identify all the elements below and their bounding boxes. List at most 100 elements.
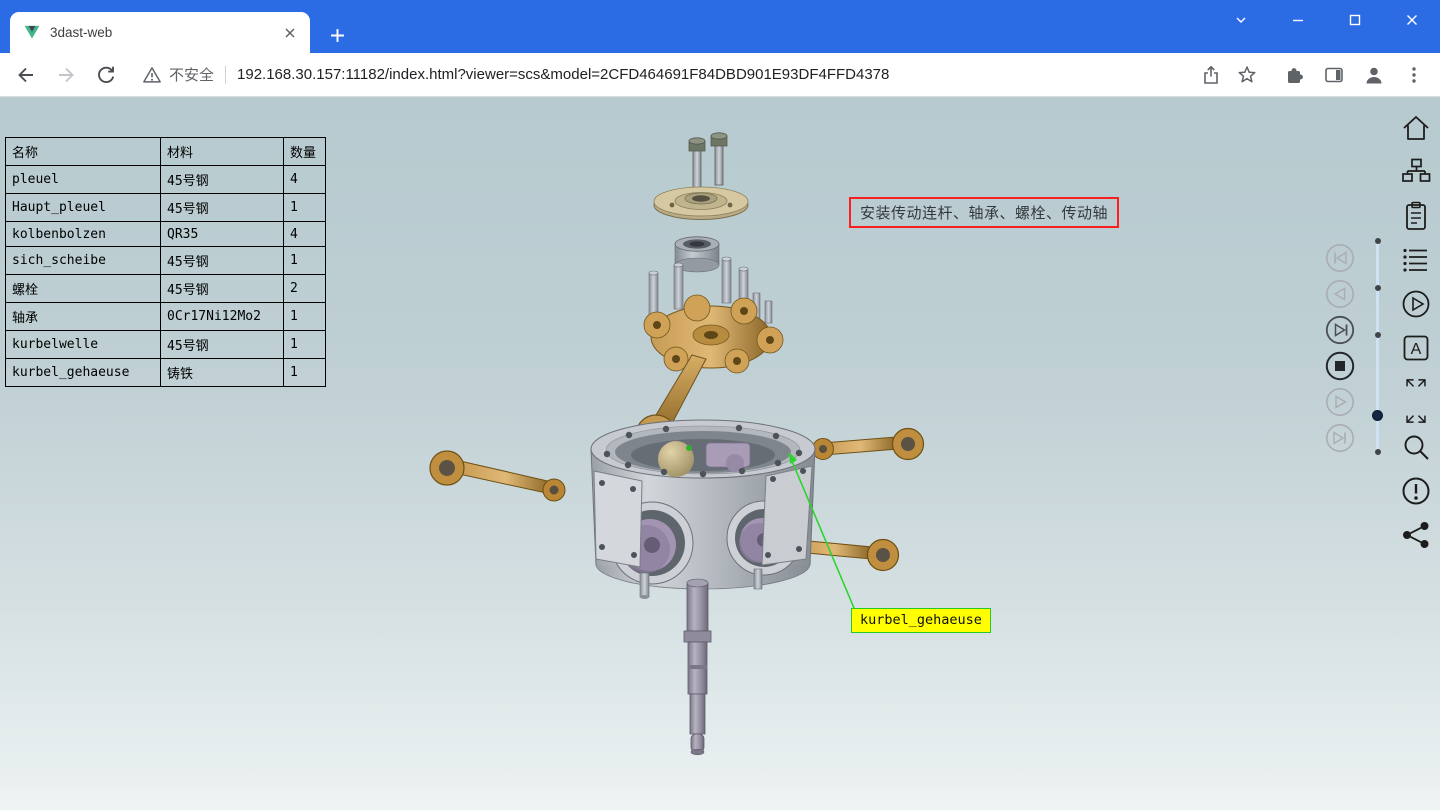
address-bar: 不安全 192.168.30.157:11182/index.html?view…	[0, 53, 1440, 97]
model-tree-button[interactable]	[1400, 156, 1432, 188]
table-row: kurbelwelle45号钢1	[6, 331, 326, 359]
bom-table-body: pleuel45号钢4Haupt_pleuel45号钢1kolbenbolzen…	[6, 166, 326, 387]
table-cell: 2	[284, 275, 326, 303]
text-annotation-button[interactable]: A	[1400, 332, 1432, 364]
window-controls	[1212, 0, 1440, 40]
steps-list-button[interactable]	[1400, 244, 1432, 276]
table-row: kolbenbolzenQR354	[6, 222, 326, 247]
home-button[interactable]	[1400, 112, 1432, 144]
warning-triangle-icon	[142, 65, 162, 85]
expand-corners-up-button[interactable]	[1403, 376, 1429, 400]
chevron-down-button[interactable]	[1212, 0, 1269, 40]
bom-table: 名称 材料 数量 pleuel45号钢4Haupt_pleuel45号钢1kol…	[5, 137, 326, 387]
plus-icon	[330, 28, 345, 43]
browser-tab[interactable]: 3dast-web	[10, 12, 310, 53]
skip-to-end-button[interactable]	[1325, 423, 1355, 453]
table-cell: 0Cr17Ni12Mo2	[161, 303, 284, 331]
slider-dot	[1375, 332, 1381, 338]
omnibox-divider	[225, 66, 226, 84]
url-field[interactable]: 不安全 192.168.30.157:11182/index.html?view…	[132, 58, 1268, 92]
table-cell: 1	[284, 303, 326, 331]
table-cell: 4	[284, 222, 326, 247]
table-cell: 螺栓	[6, 275, 161, 303]
warning-info-button[interactable]	[1400, 475, 1432, 507]
table-row: sich_scheibe45号钢1	[6, 247, 326, 275]
table-cell: kolbenbolzen	[6, 222, 161, 247]
part-hub[interactable]	[644, 295, 783, 373]
expand-corners-down-button[interactable]	[1403, 402, 1429, 426]
table-cell: 45号钢	[161, 331, 284, 359]
forward-button[interactable]	[49, 58, 83, 92]
table-cell: 1	[284, 331, 326, 359]
part-arm-right-upper[interactable]	[813, 429, 924, 460]
profile-button[interactable]	[1357, 58, 1391, 92]
new-tab-button[interactable]	[324, 22, 350, 48]
part-callout-label: kurbel_gehaeuse	[851, 608, 991, 633]
skip-to-start-button[interactable]	[1325, 243, 1355, 273]
stop-button[interactable]	[1325, 351, 1355, 381]
share-network-button[interactable]	[1400, 519, 1432, 551]
share-button[interactable]	[1200, 64, 1222, 86]
url-text: 192.168.30.157:11182/index.html?viewer=s…	[237, 66, 1190, 83]
step-annotation: 安装传动连杆、轴承、螺栓、传动轴	[849, 197, 1119, 228]
play-animation-button[interactable]	[1400, 288, 1432, 320]
play-pause-button[interactable]	[1325, 315, 1355, 345]
table-cell: 1	[284, 359, 326, 387]
table-row: Haupt_pleuel45号钢1	[6, 194, 326, 222]
slider-dot	[1375, 238, 1381, 244]
slider-dot	[1375, 285, 1381, 291]
extensions-button[interactable]	[1277, 58, 1311, 92]
table-row: kurbel_gehaeuse铸铁1	[6, 359, 326, 387]
table-cell: QR35	[161, 222, 284, 247]
vue-logo-icon	[24, 25, 40, 40]
security-label: 不安全	[169, 64, 214, 85]
table-cell: pleuel	[6, 166, 161, 194]
table-cell: kurbel_gehaeuse	[6, 359, 161, 387]
column-header-material: 材料	[161, 138, 284, 166]
minimize-button[interactable]	[1269, 0, 1326, 40]
table-cell: 45号钢	[161, 275, 284, 303]
clipboard-button[interactable]	[1400, 200, 1432, 232]
table-row: pleuel45号钢4	[6, 166, 326, 194]
table-row: 轴承0Cr17Ni12Mo21	[6, 303, 326, 331]
playback-controls	[1325, 243, 1355, 453]
browser-menu-button[interactable]	[1397, 58, 1431, 92]
close-button[interactable]	[1383, 0, 1440, 40]
side-panel-button[interactable]	[1317, 58, 1351, 92]
table-cell: 45号钢	[161, 194, 284, 222]
avatar-icon	[1363, 64, 1385, 86]
part-washer[interactable]	[654, 187, 748, 220]
reload-button[interactable]	[89, 58, 123, 92]
step-back-button[interactable]	[1325, 279, 1355, 309]
kebab-menu-icon	[1403, 64, 1425, 86]
back-button[interactable]	[9, 58, 43, 92]
table-cell: 45号钢	[161, 166, 284, 194]
table-cell: 轴承	[6, 303, 161, 331]
security-chip[interactable]: 不安全	[142, 64, 214, 85]
slider-knob[interactable]	[1372, 410, 1383, 421]
maximize-button[interactable]	[1326, 0, 1383, 40]
table-cell: 铸铁	[161, 359, 284, 387]
viewer-canvas[interactable]: 名称 材料 数量 pleuel45号钢4Haupt_pleuel45号钢1kol…	[0, 97, 1440, 810]
tab-close-icon[interactable]	[280, 23, 300, 43]
puzzle-icon	[1283, 64, 1305, 86]
bookmark-star-button[interactable]	[1236, 64, 1258, 86]
viewer-toolbar: A	[1397, 112, 1435, 563]
table-cell: 1	[284, 247, 326, 275]
part-arm-left[interactable]	[430, 451, 565, 501]
part-screws[interactable]	[689, 133, 727, 188]
table-header-row: 名称 材料 数量	[6, 138, 326, 166]
text-tool-glyph: A	[1411, 341, 1422, 358]
table-row: 螺栓45号钢2	[6, 275, 326, 303]
column-header-name: 名称	[6, 138, 161, 166]
part-shaft[interactable]	[684, 579, 711, 755]
part-housing[interactable]	[591, 420, 815, 599]
table-cell: 1	[284, 194, 326, 222]
tab-title: 3dast-web	[50, 25, 280, 40]
zoom-search-button[interactable]	[1400, 431, 1432, 463]
table-cell: 45号钢	[161, 247, 284, 275]
explode-slider[interactable]	[1372, 240, 1384, 455]
slider-track[interactable]	[1376, 240, 1379, 455]
browser-titlebar: 3dast-web	[0, 0, 1440, 53]
play-button[interactable]	[1325, 387, 1355, 417]
